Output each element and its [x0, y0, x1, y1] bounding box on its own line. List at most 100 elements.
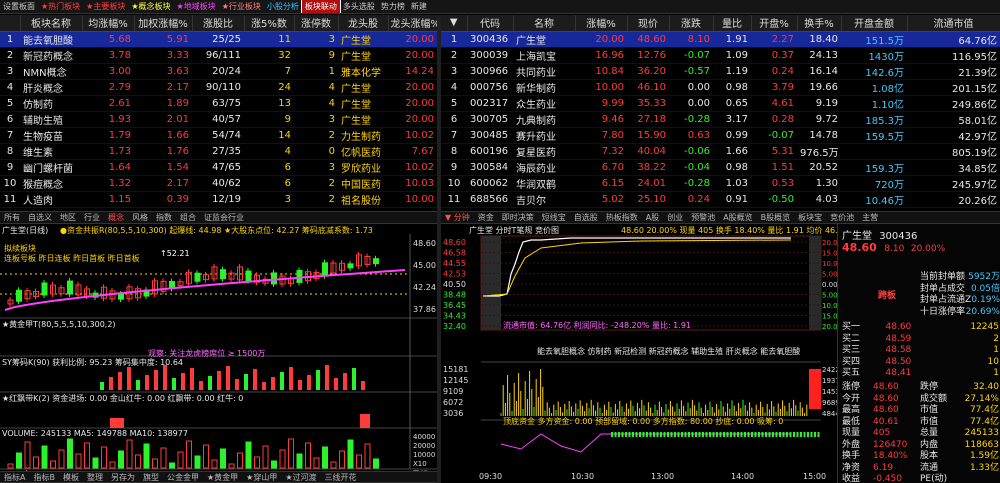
indicator-tab-8[interactable]: ★穿山甲 — [242, 472, 281, 482]
sector-cell: 8 — [0, 143, 20, 160]
toolbar-item-10[interactable]: 新建 — [408, 0, 430, 13]
indicator-tab-1[interactable]: 指标B — [29, 472, 59, 482]
category-tab-0[interactable]: 所有 — [0, 212, 24, 223]
function-tab-0[interactable]: ▼ 分钟 — [441, 212, 474, 223]
function-tab-11[interactable]: 板块宝 — [794, 212, 826, 223]
kline-chart-panel[interactable]: 广生堂(日线) ●资金共振R(80,5,5,10,300) 起爆线: 44.98… — [0, 224, 437, 483]
toolbar-item-6[interactable]: 小股分析 — [264, 0, 302, 13]
toolbar-item-3[interactable]: ★概念板块 — [128, 0, 173, 13]
function-tab-4[interactable]: 自选股 — [570, 212, 602, 223]
table-row[interactable]: 7 300485 赛升药业 7.80 15.90 0.63 0.99 -0.07 14.78 15… — [441, 127, 1000, 144]
function-tab-3[interactable]: 短线宝 — [538, 212, 570, 223]
buy-row[interactable]: 买一 48.60 12245 — [842, 322, 999, 334]
category-tab-6[interactable]: 指数 — [152, 212, 176, 223]
category-tab-7[interactable]: 组合 — [176, 212, 200, 223]
stat-label: 最高 — [842, 405, 861, 415]
stock-header-3[interactable]: 涨幅% — [575, 15, 628, 32]
table-row[interactable]: 4 肝炎概念 2.79 2.17 90/110 24 4 广生堂 20.00 — [0, 79, 437, 96]
volume-bar — [271, 460, 277, 469]
toolbar-item-1[interactable]: ★热门板块 — [38, 0, 83, 13]
buy-row[interactable]: 买四 48.50 10 — [842, 357, 999, 369]
sector-header-8[interactable]: 龙头涨幅% — [388, 15, 437, 32]
buy-row[interactable]: 买三 48.58 1 — [842, 345, 999, 357]
table-row[interactable]: 9 幽门螺杆菌 1.64 1.54 47/65 6 3 罗欣药业 10.02 — [0, 159, 437, 176]
stock-header-5[interactable]: 涨跌 — [669, 15, 714, 32]
toolbar-item-9[interactable]: 势力榜 — [378, 0, 408, 13]
buy-row[interactable]: 买五 48.41 1 — [842, 368, 999, 380]
indicator-tab-3[interactable]: 整理 — [83, 472, 107, 482]
indicator-tab-0[interactable]: 指标A — [0, 472, 29, 482]
sector-header-4[interactable]: 涨股比 — [192, 15, 245, 32]
toolbar-item-8[interactable]: 多头选股 — [340, 0, 378, 13]
stock-header-7[interactable]: 开盘% — [751, 15, 798, 32]
indicator-tab-6[interactable]: 公金金甲 — [163, 472, 203, 482]
stock-table: ▼ 代码 名称 涨幅% 现价 涨跌 量比 开盘% 换手% 开盘金额 流通市值 1 300436 广生堂 2… — [441, 15, 1000, 208]
function-tab-6[interactable]: A股 — [642, 212, 663, 223]
table-row[interactable]: 8 600196 复星医药 7.32 40.04 -0.06 1.66 5.31 976.5万 8… — [441, 143, 1000, 160]
table-row[interactable]: 3 NMN概念 3.00 3.63 20/24 7 1 雅本化学 14.24 — [0, 63, 437, 80]
function-tab-12[interactable]: 竞价池 — [826, 212, 858, 223]
stock-header-4[interactable]: 现价 — [627, 15, 670, 32]
table-row[interactable]: 5 002317 众生药业 9.99 35.33 0.00 0.65 4.61 9.19 1.10… — [441, 95, 1000, 112]
function-tab-9[interactable]: A股概览 — [719, 212, 756, 223]
table-row[interactable]: 1 300436 广生堂 20.00 48.60 8.10 1.91 2.27 18.40 151… — [441, 31, 1000, 48]
table-row[interactable]: 5 仿制药 2.61 1.89 63/75 13 4 广生堂 20.00 — [0, 95, 437, 112]
buy-row[interactable]: 买二 48.59 2 — [842, 334, 999, 346]
volume-bar — [24, 441, 31, 469]
sector-header-0[interactable] — [0, 15, 21, 32]
function-tab-13[interactable]: 主营 — [858, 212, 882, 223]
chip-bar — [325, 365, 329, 390]
function-tab-2[interactable]: 即时决策 — [498, 212, 538, 223]
table-row[interactable]: 6 300705 九典制药 9.46 27.18 -0.28 3.17 0.28 9.72 185… — [441, 111, 1000, 128]
stock-header-9[interactable]: 开盘金额 — [841, 15, 908, 32]
toolbar-item-0[interactable]: 设置板面 — [0, 0, 38, 13]
stock-header-6[interactable]: 量比 — [713, 15, 752, 32]
table-row[interactable]: 7 生物疫苗 1.79 1.66 54/74 14 2 力生制药 10.02 — [0, 127, 437, 144]
stock-header-2[interactable]: 名称 — [513, 15, 576, 32]
sector-header-7[interactable]: 龙头股 — [338, 15, 389, 32]
toolbar-item-4[interactable]: ★地域板块 — [174, 0, 219, 13]
table-row[interactable]: 1 能去氧胆酸 5.68 5.91 25/25 11 3 广生堂 20.00 — [0, 31, 437, 48]
toolbar-item-7[interactable]: 板块联动 — [300, 0, 341, 13]
category-tab-1[interactable]: 自选义 — [24, 212, 56, 223]
table-row[interactable]: 11 688566 吉贝尔 5.02 25.10 0.24 0.91 -0.50 4.03 10.… — [441, 191, 1000, 208]
indicator-tab-9[interactable]: ★过河渡 — [281, 472, 320, 482]
stock-header-8[interactable]: 换手% — [797, 15, 842, 32]
table-row[interactable]: 10 600062 华润双鹤 6.15 24.01 -0.28 1.03 0.53 1.30 72… — [441, 175, 1000, 192]
category-tab-5[interactable]: 风格 — [128, 212, 152, 223]
sector-header-2[interactable]: 均涨幅% — [82, 15, 135, 32]
function-tab-1[interactable]: 资金 — [474, 212, 498, 223]
table-row[interactable]: 2 新冠药概念 3.78 3.33 96/111 32 9 广生堂 20.00 — [0, 47, 437, 64]
indicator-tab-2[interactable]: 模板 — [59, 472, 83, 482]
category-tab-8[interactable]: 证监会行业 — [200, 212, 248, 223]
stock-header-0[interactable]: ▼ — [441, 15, 468, 32]
category-tab-4[interactable]: 概念 — [104, 212, 128, 223]
function-tab-8[interactable]: 预警池 — [687, 212, 719, 223]
table-row[interactable]: 6 辅助生殖 1.93 2.01 40/57 9 3 广生堂 20.00 — [0, 111, 437, 128]
toolbar-item-2[interactable]: ★主要板块 — [83, 0, 128, 13]
table-row[interactable]: 11 人造肉 1.15 0.39 12/19 3 2 祖名股份 10.00 — [0, 191, 437, 208]
table-row[interactable]: 10 猴痘概念 1.32 2.17 40/62 6 2 中国医药 10.03 — [0, 175, 437, 192]
indicator-tab-10[interactable]: 三线开花 — [321, 472, 361, 482]
function-tab-10[interactable]: B股概览 — [757, 212, 795, 223]
indicator-tab-7[interactable]: ★黄金甲 — [203, 472, 242, 482]
sector-header-3[interactable]: 加权涨幅% — [134, 15, 193, 32]
table-row[interactable]: 2 300039 上海凯宝 16.96 12.76 -0.07 1.09 0.37 24.13 1… — [441, 47, 1000, 64]
sector-header-5[interactable]: 涨5%数 — [244, 15, 295, 32]
toolbar-item-5[interactable]: ★行业板块 — [219, 0, 264, 13]
function-tab-7[interactable]: 创业 — [663, 212, 687, 223]
table-row[interactable]: 4 000756 新华制药 10.00 46.10 0.00 0.98 3.79 19.66 1.… — [441, 79, 1000, 96]
sector-header-6[interactable]: 涨停数 — [294, 15, 339, 32]
category-tab-2[interactable]: 地区 — [56, 212, 80, 223]
stock-header-10[interactable]: 流通市值 — [907, 15, 1000, 32]
indicator-tab-5[interactable]: 旗型 — [139, 472, 163, 482]
function-tab-5[interactable]: 热板指数 — [602, 212, 642, 223]
table-row[interactable]: 9 300584 海辰药业 6.70 38.22 -0.04 0.98 1.51 20.52 15… — [441, 159, 1000, 176]
indicator-tab-4[interactable]: 另存为 — [107, 472, 139, 482]
minute-chart-panel[interactable]: 广生堂 分时T笔规 竞价图 48.60 20.00% 现量 405 换手 18.… — [441, 224, 848, 483]
table-row[interactable]: 8 维生素 1.73 1.76 27/35 4 0 亿帆医药 7.67 — [0, 143, 437, 160]
stock-header-1[interactable]: 代码 — [467, 15, 514, 32]
category-tab-3[interactable]: 行业 — [80, 212, 104, 223]
table-row[interactable]: 3 300966 共同药业 10.84 36.20 -0.57 1.19 0.24 16.14 1… — [441, 63, 1000, 80]
sector-header-1[interactable]: 板块名称 — [20, 15, 83, 32]
